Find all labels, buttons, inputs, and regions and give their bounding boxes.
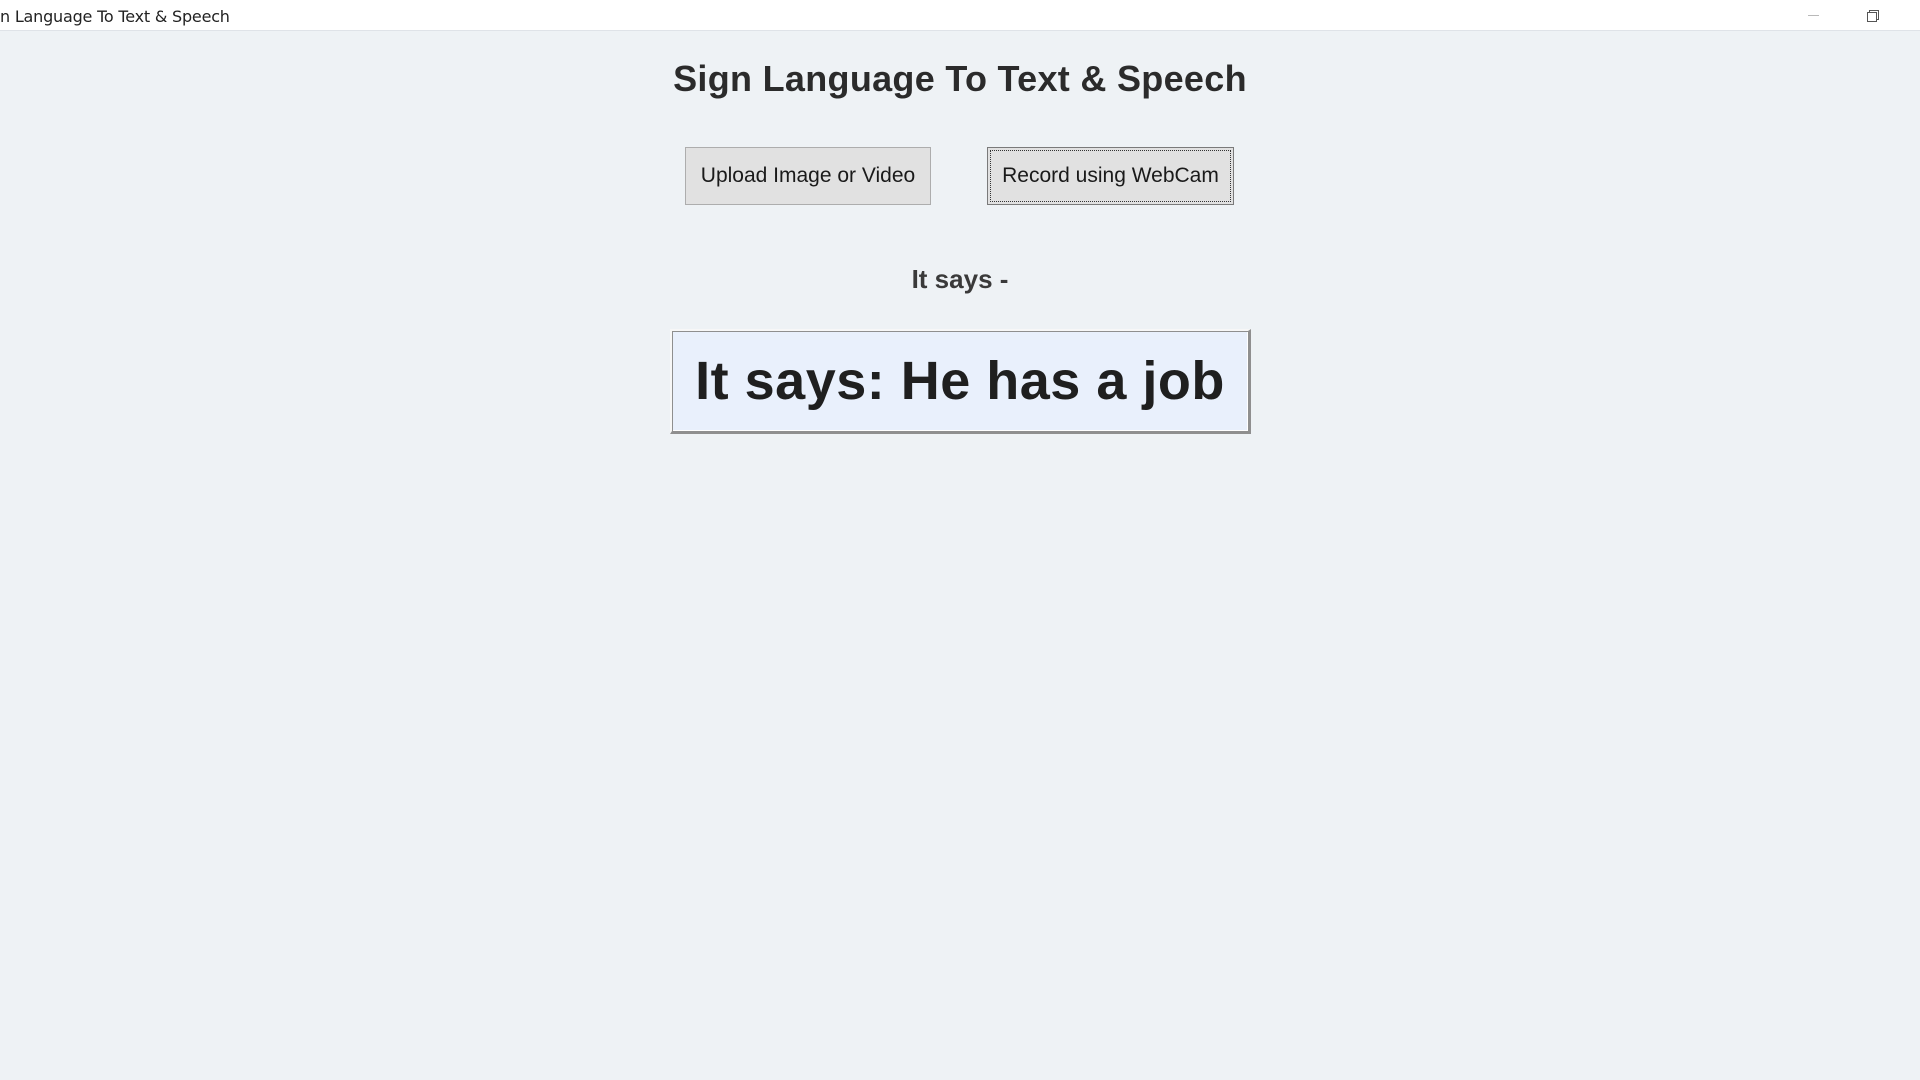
- restore-icon: [1867, 9, 1879, 22]
- output-label: It says -: [911, 264, 1009, 294]
- focus-ring: [990, 150, 1231, 202]
- translation-output-text: It says: He has a job: [695, 351, 1225, 411]
- translation-output-box: It says: He has a job: [670, 329, 1251, 434]
- record-webcam-button[interactable]: Record using WebCam: [987, 147, 1234, 205]
- window-title: n Language To Text & Speech: [0, 7, 230, 26]
- minimize-button[interactable]: [1790, 0, 1836, 31]
- upload-image-video-button[interactable]: Upload Image or Video: [685, 147, 931, 205]
- title-bar[interactable]: n Language To Text & Speech: [0, 0, 1920, 31]
- maximize-button[interactable]: [1850, 0, 1896, 31]
- app-window: n Language To Text & Speech Sign Languag…: [0, 0, 1920, 1080]
- minimize-icon: [1807, 15, 1819, 16]
- page-title: Sign Language To Text & Speech: [673, 58, 1247, 99]
